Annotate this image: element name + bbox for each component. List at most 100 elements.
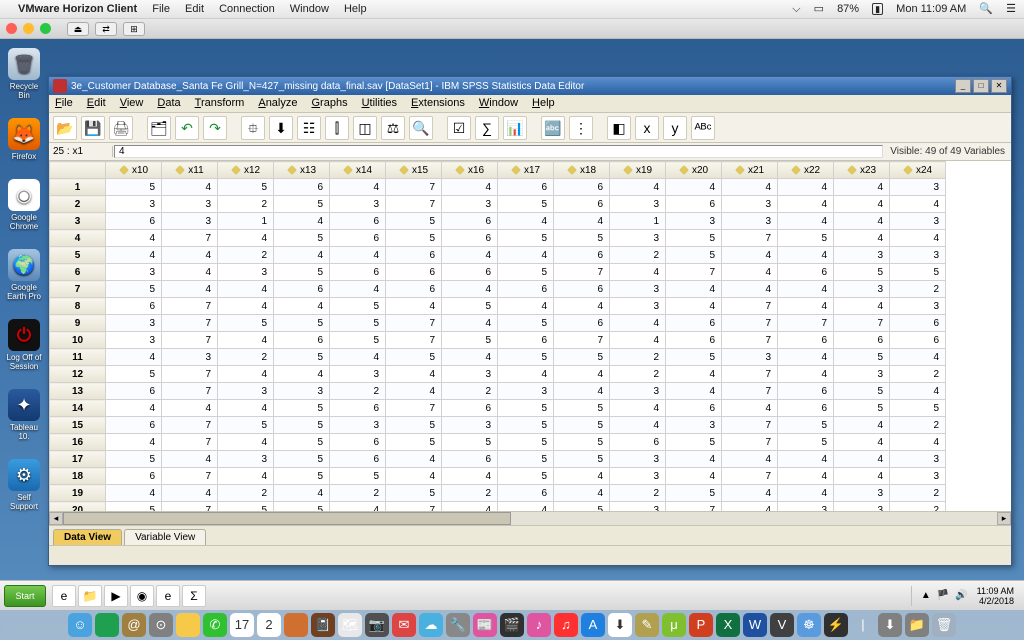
cell[interactable]: 2: [890, 366, 946, 383]
cell[interactable]: 4: [610, 315, 666, 332]
battery-icon[interactable]: ▮: [872, 3, 883, 15]
cell[interactable]: 7: [162, 434, 218, 451]
cell[interactable]: 4: [666, 179, 722, 196]
cell[interactable]: 3: [610, 383, 666, 400]
toolbar-insert-var[interactable]: ⫿: [325, 116, 349, 140]
dock-app[interactable]: 📓: [311, 613, 335, 637]
cell[interactable]: 6: [330, 451, 386, 468]
tab-data-view[interactable]: Data View: [53, 529, 122, 545]
desktop-icon[interactable]: ◉Google Chrome: [6, 179, 42, 231]
spss-menu-edit[interactable]: Edit: [87, 97, 106, 110]
tab-variable-view[interactable]: Variable View: [124, 529, 206, 545]
cell[interactable]: 2: [442, 383, 498, 400]
cell[interactable]: 3: [330, 417, 386, 434]
cell[interactable]: 7: [722, 383, 778, 400]
cell[interactable]: 4: [274, 485, 330, 502]
cell[interactable]: 3: [106, 264, 162, 281]
spss-menu-file[interactable]: File: [55, 97, 73, 110]
cell[interactable]: 6: [106, 468, 162, 485]
cell[interactable]: 5: [498, 400, 554, 417]
cell[interactable]: 4: [666, 468, 722, 485]
cell[interactable]: 4: [610, 400, 666, 417]
cell[interactable]: 5: [386, 230, 442, 247]
horizon-usb[interactable]: ⇄: [95, 22, 117, 36]
dock-app[interactable]: |: [851, 613, 875, 637]
cell[interactable]: 3: [610, 502, 666, 512]
cell[interactable]: 6: [778, 383, 834, 400]
dock-app[interactable]: 🎬: [500, 613, 524, 637]
toolbar-undo[interactable]: ↶: [175, 116, 199, 140]
cell[interactable]: 6: [106, 383, 162, 400]
cell[interactable]: 3: [834, 485, 890, 502]
toolbar-save[interactable]: 💾: [81, 116, 105, 140]
cell[interactable]: 4: [218, 298, 274, 315]
menu-window[interactable]: Window: [290, 3, 329, 15]
cell[interactable]: 2: [890, 417, 946, 434]
dock-app[interactable]: [95, 613, 119, 637]
cell[interactable]: 4: [162, 485, 218, 502]
cell[interactable]: 5: [666, 434, 722, 451]
row-header[interactable]: 9: [50, 315, 106, 332]
dock-app[interactable]: ✉: [392, 613, 416, 637]
toolbar-value-labels[interactable]: 🔤: [541, 116, 565, 140]
cell[interactable]: 5: [890, 400, 946, 417]
column-header[interactable]: x21: [722, 162, 778, 179]
desktop-icon[interactable]: 🌍Google Earth Pro: [6, 249, 42, 301]
row-header[interactable]: 19: [50, 485, 106, 502]
cell[interactable]: 5: [274, 264, 330, 281]
cell[interactable]: 4: [554, 468, 610, 485]
cell[interactable]: 5: [666, 247, 722, 264]
cell[interactable]: 4: [218, 400, 274, 417]
notification-icon[interactable]: ☰: [1006, 3, 1016, 15]
cell[interactable]: 5: [498, 196, 554, 213]
cell[interactable]: 6: [834, 332, 890, 349]
dock-app[interactable]: 📁: [905, 613, 929, 637]
cell[interactable]: 4: [218, 434, 274, 451]
toolbar-split[interactable]: ◫: [353, 116, 377, 140]
cell[interactable]: 7: [722, 230, 778, 247]
toolbar-print[interactable]: 🖨: [109, 116, 133, 140]
cell[interactable]: 4: [386, 366, 442, 383]
cell[interactable]: 7: [722, 366, 778, 383]
cell[interactable]: 2: [610, 485, 666, 502]
wifi-icon[interactable]: ⌵: [792, 3, 800, 15]
tray-icon[interactable]: 🔊: [955, 590, 967, 601]
cell[interactable]: 4: [778, 485, 834, 502]
cell[interactable]: 3: [610, 281, 666, 298]
cell[interactable]: 4: [778, 298, 834, 315]
cell[interactable]: 3: [722, 349, 778, 366]
cell[interactable]: 4: [386, 468, 442, 485]
cell[interactable]: 4: [554, 298, 610, 315]
cell[interactable]: 5: [274, 434, 330, 451]
column-header[interactable]: x17: [498, 162, 554, 179]
cell[interactable]: 5: [778, 434, 834, 451]
spss-minimize[interactable]: _: [955, 79, 971, 93]
desktop-icon[interactable]: ✦Tableau 10.: [6, 389, 42, 441]
cell[interactable]: 4: [106, 434, 162, 451]
toolbar-y[interactable]: y: [663, 116, 687, 140]
cell[interactable]: 4: [722, 264, 778, 281]
cell[interactable]: 5: [274, 196, 330, 213]
quicklaunch-item[interactable]: Σ: [182, 585, 206, 607]
horizon-disconnect[interactable]: ⏏: [67, 22, 89, 36]
cell[interactable]: 4: [218, 230, 274, 247]
dock-app[interactable]: ☺: [68, 613, 92, 637]
row-header[interactable]: 10: [50, 332, 106, 349]
cell[interactable]: 6: [778, 400, 834, 417]
cell[interactable]: 5: [274, 400, 330, 417]
dock-app[interactable]: @: [122, 613, 146, 637]
cell[interactable]: 7: [386, 502, 442, 512]
column-header[interactable]: x11: [162, 162, 218, 179]
cell[interactable]: 3: [106, 196, 162, 213]
spss-menu-analyze[interactable]: Analyze: [258, 97, 297, 110]
cell[interactable]: 3: [274, 383, 330, 400]
cell[interactable]: 5: [330, 298, 386, 315]
cell[interactable]: 4: [106, 485, 162, 502]
cell[interactable]: 7: [162, 468, 218, 485]
display-icon[interactable]: ▭: [814, 3, 824, 15]
dock-app[interactable]: A: [581, 613, 605, 637]
cell[interactable]: 5: [498, 434, 554, 451]
cell[interactable]: 6: [666, 332, 722, 349]
cell[interactable]: 5: [498, 315, 554, 332]
cell[interactable]: 3: [778, 502, 834, 512]
